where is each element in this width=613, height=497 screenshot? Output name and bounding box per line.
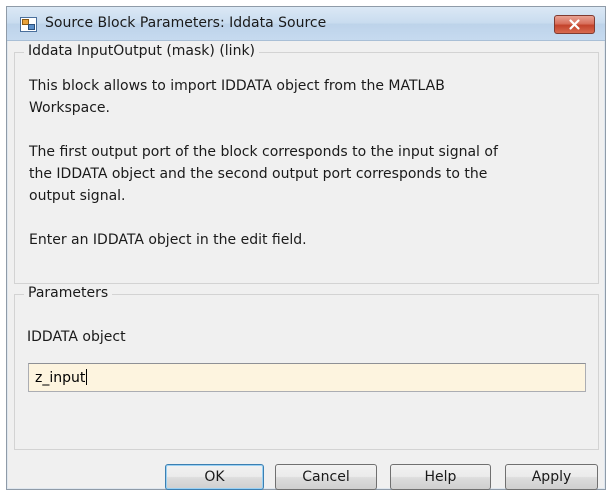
description-line: The first output port of the block corre… (29, 144, 498, 160)
iddata-object-value: z_input (35, 370, 86, 386)
title-bar[interactable]: Source Block Parameters: Iddata Source (7, 7, 605, 41)
simulink-block-icon (20, 17, 37, 32)
close-button[interactable] (554, 15, 595, 34)
description-line: output signal. (29, 188, 126, 204)
mask-description: This block allows to import IDDATA objec… (29, 75, 498, 251)
description-line: the IDDATA object and the second output … (29, 166, 488, 182)
ok-button[interactable]: OK (165, 464, 264, 490)
apply-button[interactable]: Apply (505, 464, 598, 490)
description-line: Workspace. (29, 100, 110, 116)
text-caret (86, 369, 88, 385)
parameters-group-legend: Parameters (24, 285, 113, 301)
close-icon (569, 19, 580, 30)
help-button[interactable]: Help (390, 464, 491, 490)
iddata-object-field[interactable]: z_input (28, 363, 586, 392)
description-line: Enter an IDDATA object in the edit field… (29, 232, 307, 248)
cancel-button[interactable]: Cancel (275, 464, 377, 490)
dialog-window: Source Block Parameters: Iddata Source I… (6, 6, 606, 490)
mask-description-group: Iddata InputOutput (mask) (link) This bl… (14, 43, 599, 284)
description-line: This block allows to import IDDATA objec… (29, 78, 445, 94)
mask-group-legend: Iddata InputOutput (mask) (link) (24, 43, 260, 59)
iddata-object-label: IDDATA object (27, 329, 126, 345)
window-title: Source Block Parameters: Iddata Source (45, 15, 327, 31)
